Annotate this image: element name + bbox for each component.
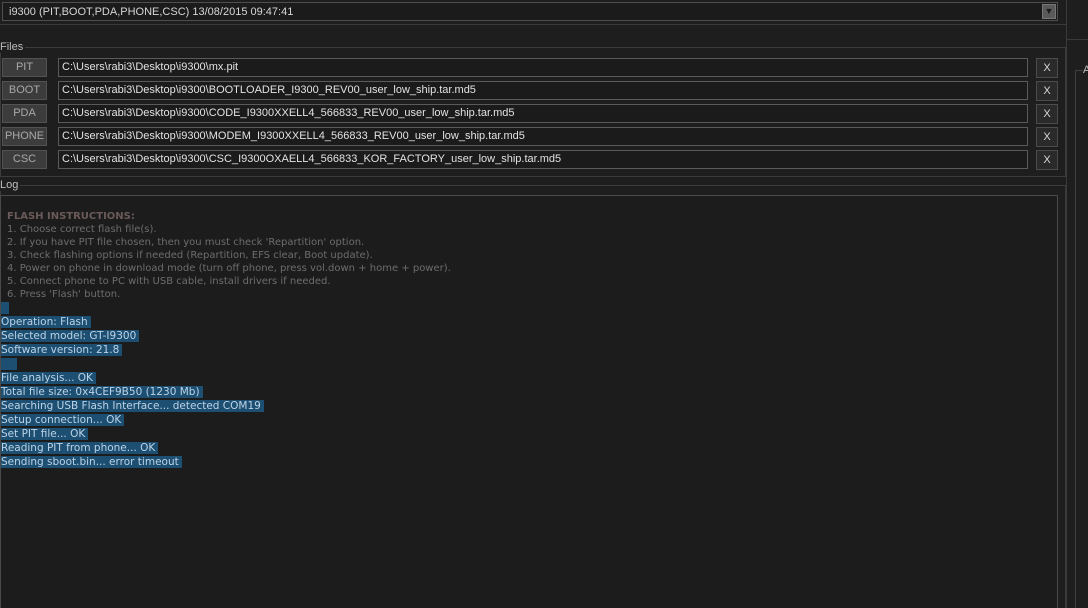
- pda-clear-button[interactable]: X: [1036, 104, 1058, 124]
- log-line: File analysis... OK: [1, 371, 1041, 385]
- log-line-text: Total file size: 0x4CEF9B50 (1230 Mb): [1, 386, 203, 398]
- log-output[interactable]: FLASH INSTRUCTIONS: 1. Choose correct fl…: [0, 195, 1058, 608]
- csc-path-field[interactable]: C:\Users\rabi3\Desktop\i9300\CSC_I9300OX…: [58, 150, 1028, 169]
- file-row-boot: BOOT C:\Users\rabi3\Desktop\i9300\BOOTLO…: [0, 81, 1062, 101]
- boot-path-field[interactable]: C:\Users\rabi3\Desktop\i9300\BOOTLOADER_…: [58, 81, 1028, 100]
- log-line: Reading PIT from phone... OK: [1, 441, 1041, 455]
- boot-clear-button[interactable]: X: [1036, 81, 1058, 101]
- log-line-text: Searching USB Flash Interface... detecte…: [1, 400, 264, 412]
- log-line: Set PIT file... OK: [1, 427, 1041, 441]
- phone-path-field[interactable]: C:\Users\rabi3\Desktop\i9300\MODEM_I9300…: [58, 127, 1028, 146]
- log-line: Software version: 21.8: [1, 343, 1041, 357]
- file-row-phone: PHONE C:\Users\rabi3\Desktop\i9300\MODEM…: [0, 127, 1062, 147]
- selection-marker: [1, 302, 9, 314]
- instruction-line: 1. Choose correct flash file(s).: [7, 224, 157, 235]
- files-group-title: Files: [0, 41, 26, 53]
- log-group-title: Log: [0, 179, 21, 191]
- log-line-text: Reading PIT from phone... OK: [1, 442, 159, 454]
- right-panel-group-title: A: [1083, 64, 1088, 76]
- log-line-text: Software version: 21.8: [1, 344, 123, 356]
- selection-marker: [1, 358, 17, 370]
- csc-clear-button[interactable]: X: [1036, 150, 1058, 170]
- boot-button[interactable]: BOOT: [2, 81, 47, 100]
- flash-tool-window: i9300 (PIT,BOOT,PDA,PHONE,CSC) 13/08/201…: [0, 0, 1088, 608]
- pit-button[interactable]: PIT: [2, 58, 47, 77]
- log-blank-line: [1, 301, 1041, 315]
- firmware-select[interactable]: i9300 (PIT,BOOT,PDA,PHONE,CSC) 13/08/201…: [2, 2, 1058, 21]
- firmware-select-value: i9300 (PIT,BOOT,PDA,PHONE,CSC) 13/08/201…: [9, 6, 294, 18]
- log-line-text: Operation: Flash: [1, 316, 91, 328]
- log-line: Total file size: 0x4CEF9B50 (1230 Mb): [1, 385, 1041, 399]
- log-line-text: File analysis... OK: [1, 372, 96, 384]
- pda-path-field[interactable]: C:\Users\rabi3\Desktop\i9300\CODE_I9300X…: [58, 104, 1028, 123]
- right-panel-group-frame: [1075, 70, 1088, 608]
- log-line: Sending sboot.bin... error timeout: [1, 455, 1041, 469]
- dropdown-arrow-icon[interactable]: ▼: [1042, 4, 1056, 19]
- pit-clear-button[interactable]: X: [1036, 58, 1058, 78]
- phone-button[interactable]: PHONE: [2, 127, 47, 146]
- instruction-line: 5. Connect phone to PC with USB cable, i…: [7, 276, 331, 287]
- instruction-line: 3. Check flashing options if needed (Rep…: [7, 250, 373, 261]
- pda-button[interactable]: PDA: [2, 104, 47, 123]
- instruction-line: 2. If you have PIT file chosen, then you…: [7, 237, 365, 248]
- log-line-text: Set PIT file... OK: [1, 428, 89, 440]
- right-panel-top-strip: [1066, 0, 1088, 40]
- log-line: Setup connection... OK: [1, 413, 1041, 427]
- log-line: Operation: Flash: [1, 315, 1041, 329]
- log-line: Searching USB Flash Interface... detecte…: [1, 399, 1041, 413]
- instruction-line: 4. Power on phone in download mode (turn…: [7, 263, 451, 274]
- log-line-text: Selected model: GT-I9300: [1, 330, 140, 342]
- log-blank-line: [1, 357, 1041, 371]
- file-row-pit: PIT C:\Users\rabi3\Desktop\i9300\mx.pit …: [0, 58, 1062, 78]
- csc-button[interactable]: CSC: [2, 150, 47, 169]
- phone-clear-button[interactable]: X: [1036, 127, 1058, 147]
- log-lines: FLASH INSTRUCTIONS: 1. Choose correct fl…: [1, 210, 1041, 469]
- log-line-text: Setup connection... OK: [1, 414, 125, 426]
- file-row-csc: CSC C:\Users\rabi3\Desktop\i9300\CSC_I93…: [0, 150, 1062, 170]
- top-panel-divider: [0, 24, 1066, 25]
- pit-path-field[interactable]: C:\Users\rabi3\Desktop\i9300\mx.pit: [58, 58, 1028, 77]
- file-row-pda: PDA C:\Users\rabi3\Desktop\i9300\CODE_I9…: [0, 104, 1062, 124]
- instruction-line: 6. Press 'Flash' button.: [7, 289, 121, 300]
- instructions-title: FLASH INSTRUCTIONS:: [7, 211, 135, 222]
- log-line-text: Sending sboot.bin... error timeout: [1, 456, 182, 468]
- log-line: Selected model: GT-I9300: [1, 329, 1041, 343]
